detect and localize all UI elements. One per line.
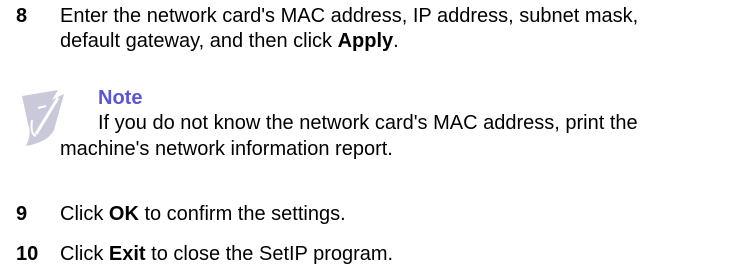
step-text: Enter the network card's MAC address, IP… (60, 4, 752, 54)
ok-button-name: OK (108, 203, 139, 225)
step-text: Click Exit to close the SetIP program. (60, 242, 752, 267)
step-text: Click OK to confirm the settings. (60, 202, 752, 227)
step-text-plain: . (393, 30, 399, 52)
apply-button-name: Apply (337, 30, 394, 52)
note-title: Note (98, 87, 143, 109)
note-line: If you do not know the network card's MA… (98, 112, 638, 134)
step-text-plain: to confirm the settings. (138, 203, 346, 225)
step-text-plain: default gateway, and then click (60, 30, 338, 52)
step-number: 8 (16, 5, 28, 27)
step-8: 8 Enter the network card's MAC address, … (0, 4, 752, 54)
note-body: If you do not know the network card's MA… (60, 110, 638, 162)
note-line: machine's network information report. (60, 138, 393, 160)
note-box: Note If you do not know the network card… (0, 86, 752, 186)
step-line: Enter the network card's MAC address, IP… (60, 5, 639, 27)
step-text-plain: Click (60, 203, 109, 225)
step-text-plain: to close the SetIP program. (145, 243, 394, 265)
step-10: 10 Click Exit to close the SetIP program… (0, 242, 752, 267)
step-9: 9 Click OK to confirm the settings. (0, 202, 752, 227)
step-text-plain: Click (60, 243, 109, 265)
step-number: 10 (16, 243, 39, 265)
step-number: 9 (16, 203, 28, 225)
step-line: default gateway, and then click Apply. (60, 29, 752, 54)
exit-button-name: Exit (108, 243, 146, 265)
